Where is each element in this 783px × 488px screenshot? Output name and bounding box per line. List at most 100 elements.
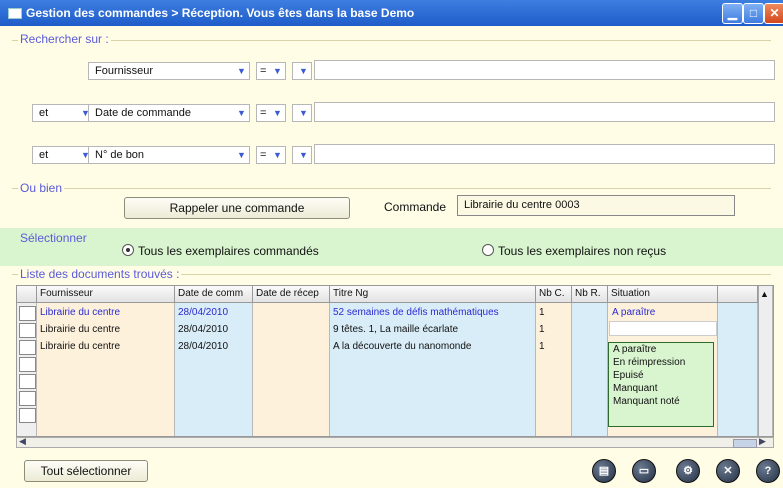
header-extra — [718, 286, 758, 303]
radio-not-received[interactable]: Tous les exemplaires non reçus — [482, 244, 666, 258]
help-icon[interactable]: ? — [756, 459, 780, 483]
scroll-up-icon[interactable]: ▲ — [760, 289, 769, 299]
app-icon — [8, 8, 22, 19]
header-situation[interactable]: Situation — [608, 286, 718, 303]
cell-supplier[interactable]: Librairie du centre — [40, 324, 120, 335]
chevron-down-icon[interactable]: ▼ — [271, 64, 284, 78]
search-field-value: N° de bon — [95, 149, 145, 161]
search-field-value: Fournisseur — [95, 65, 154, 77]
chevron-down-icon[interactable]: ▼ — [235, 64, 248, 78]
select-all-button[interactable]: Tout sélectionner — [24, 460, 148, 482]
cell-order-date[interactable]: 28/04/2010 — [178, 324, 228, 335]
chevron-down-icon[interactable]: ▼ — [297, 64, 310, 78]
radio-unselected-icon[interactable] — [482, 244, 494, 256]
header-order-date[interactable]: Date de comm — [175, 286, 253, 303]
results-section-label: Liste des documents trouvés : — [18, 267, 182, 281]
cell-supplier[interactable]: Librairie du centre — [40, 307, 120, 318]
row-checkbox[interactable] — [19, 340, 36, 355]
cell-nb-c[interactable]: 1 — [539, 307, 545, 318]
radio-all-copies-label: Tous les exemplaires commandés — [138, 244, 319, 258]
title-bar: Gestion des commandes > Réception. Vous … — [0, 0, 783, 26]
chevron-down-icon[interactable]: ▼ — [297, 148, 310, 162]
scroll-right-icon[interactable]: ▶ — [759, 436, 766, 447]
search-value-input-3[interactable] — [314, 144, 775, 164]
or-section-divider — [12, 188, 771, 189]
settings-icon[interactable]: ⚙ — [676, 459, 700, 483]
row-checkbox[interactable] — [19, 323, 36, 338]
order-field[interactable]: Librairie du centre 0003 — [457, 195, 735, 216]
close-button[interactable]: ✕ — [764, 3, 783, 24]
window-title: Gestion des commandes > Réception. Vous … — [26, 6, 415, 20]
maximize-button[interactable]: □ — [743, 3, 764, 24]
order-label: Commande — [384, 200, 447, 214]
recall-order-button[interactable]: Rappeler une commande — [124, 197, 350, 219]
row-checkbox[interactable] — [19, 306, 36, 321]
order-value: Librairie du centre 0003 — [464, 199, 580, 211]
search-section-label: Rechercher sur : — [18, 32, 111, 46]
row-checkbox[interactable] — [19, 391, 36, 406]
chevron-down-icon[interactable]: ▼ — [297, 106, 310, 120]
search-operator-value: = — [260, 149, 267, 161]
search-operator-select-2[interactable]: = ▼ — [256, 104, 286, 122]
header-title[interactable]: Titre Ng — [330, 286, 536, 303]
header-supplier[interactable]: Fournisseur — [37, 286, 175, 303]
reception-date-column — [253, 286, 330, 436]
radio-not-received-label: Tous les exemplaires non reçus — [498, 244, 667, 258]
horizontal-scrollbar[interactable]: ◀ ▶ — [16, 436, 774, 448]
header-nb-c[interactable]: Nb C. — [536, 286, 572, 303]
chevron-down-icon[interactable]: ▼ — [235, 148, 248, 162]
save-icon[interactable]: ▭ — [632, 459, 656, 483]
situation-option[interactable]: Manquant noté — [609, 395, 713, 408]
cell-nb-c[interactable]: 1 — [539, 341, 545, 352]
radio-selected-icon[interactable] — [122, 244, 134, 256]
search-field-select-3[interactable]: N° de bon ▼ — [88, 146, 250, 164]
situation-option[interactable]: Epuisé — [609, 369, 713, 382]
row-checkbox[interactable] — [19, 408, 36, 423]
search-value-dropdown-2[interactable]: ▼ — [292, 104, 312, 122]
search-operator-select-1[interactable]: = ▼ — [256, 62, 286, 80]
chevron-down-icon[interactable]: ▼ — [235, 106, 248, 120]
search-logic-select-2[interactable]: et ▼ — [32, 104, 94, 122]
header-nb-r[interactable]: Nb R. — [572, 286, 608, 303]
search-value-input-1[interactable] — [314, 60, 775, 80]
minimize-button[interactable]: ▁ — [722, 3, 743, 24]
radio-all-copies[interactable]: Tous les exemplaires commandés — [122, 244, 319, 258]
cell-situation[interactable]: A paraître — [612, 307, 655, 318]
search-logic-value: et — [39, 149, 49, 161]
row-checkbox[interactable] — [19, 374, 36, 389]
header-reception-date[interactable]: Date de récep — [253, 286, 330, 303]
or-section-label: Ou bien — [18, 181, 65, 195]
vertical-scrollbar[interactable] — [758, 286, 773, 436]
situation-option[interactable]: Manquant — [609, 382, 713, 395]
search-value-dropdown-3[interactable]: ▼ — [292, 146, 312, 164]
delete-icon[interactable]: ✕ — [716, 459, 740, 483]
search-operator-select-3[interactable]: = ▼ — [256, 146, 286, 164]
print-icon[interactable]: ▤ — [592, 459, 616, 483]
search-value-dropdown-1[interactable]: ▼ — [292, 62, 312, 80]
cell-supplier[interactable]: Librairie du centre — [40, 341, 120, 352]
scroll-left-icon[interactable]: ◀ — [19, 436, 26, 447]
cell-title[interactable]: 9 têtes. 1, La maille écarlate — [333, 324, 534, 335]
situation-option[interactable]: A paraître — [609, 343, 713, 356]
search-value-input-2[interactable] — [314, 102, 775, 122]
cell-order-date[interactable]: 28/04/2010 — [178, 341, 228, 352]
chevron-down-icon[interactable]: ▼ — [271, 148, 284, 162]
scroll-thumb[interactable] — [733, 439, 757, 448]
cell-order-date[interactable]: 28/04/2010 — [178, 307, 228, 318]
situation-dropdown-list[interactable]: A paraître En réimpression Epuisé Manqua… — [608, 342, 714, 427]
situation-option[interactable]: En réimpression — [609, 356, 713, 369]
situation-input[interactable] — [609, 321, 717, 336]
cell-title[interactable]: A la découverte du nanomonde — [333, 341, 534, 352]
search-operator-value: = — [260, 65, 267, 77]
search-logic-select-3[interactable]: et ▼ — [32, 146, 94, 164]
row-checkbox[interactable] — [19, 357, 36, 372]
cell-nb-c[interactable]: 1 — [539, 324, 545, 335]
search-field-select-2[interactable]: Date de commande ▼ — [88, 104, 250, 122]
extra-column — [718, 286, 758, 436]
select-section-label: Sélectionner — [18, 231, 89, 245]
cell-title[interactable]: 52 semaines de défis mathématiques — [333, 307, 534, 318]
header-corner — [17, 286, 37, 303]
chevron-down-icon[interactable]: ▼ — [271, 106, 284, 120]
search-field-select-1[interactable]: Fournisseur ▼ — [88, 62, 250, 80]
search-operator-value: = — [260, 107, 267, 119]
